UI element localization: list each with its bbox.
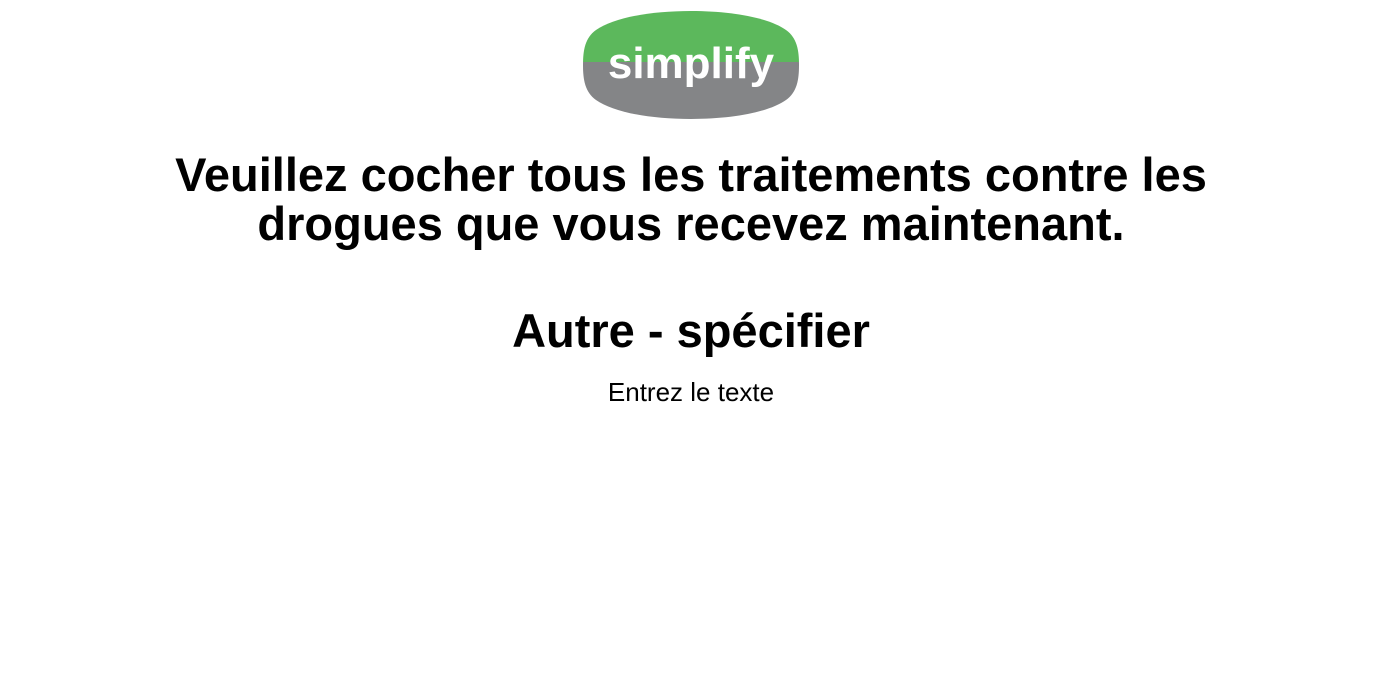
question-line-1: Veuillez cocher tous les traitements con… (175, 148, 1207, 201)
question-line-2: drogues que vous recevez maintenant. (257, 197, 1125, 250)
logo-wordmark: simplify (608, 39, 775, 88)
option-title: Autre - spécifier (512, 304, 870, 357)
other-specify-input[interactable] (491, 374, 891, 410)
simplify-logo-graphic: simplify (583, 11, 799, 119)
survey-page: simplify Veuillez cocher tous les traite… (0, 0, 1382, 683)
simplify-logo: simplify (583, 10, 799, 120)
question-text: Veuillez cocher tous les traitements con… (0, 150, 1382, 248)
